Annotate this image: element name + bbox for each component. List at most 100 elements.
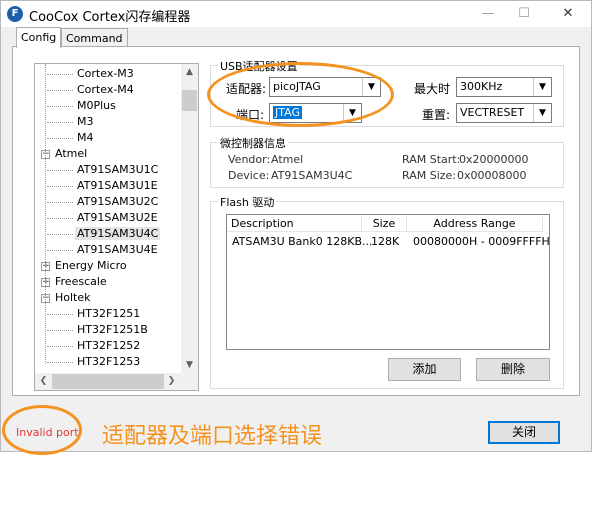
tree-device-node[interactable]: AT91SAM3U4C [47, 226, 161, 241]
tree-node-label: Freescale [55, 275, 107, 288]
tab-config[interactable]: Config [16, 27, 62, 48]
chevron-down-icon: ▼ [533, 78, 551, 96]
tree-node-label: Energy Micro [55, 259, 127, 272]
tree-connector-line [47, 186, 73, 187]
tree-connector-line [47, 250, 73, 251]
tree-node-label: Cortex-M4 [77, 83, 134, 96]
reset-select[interactable]: VECTRESET ▼ [456, 103, 552, 123]
tree-node-label: HT32F1251B [77, 323, 148, 336]
tree-node-label: M0Plus [77, 99, 116, 112]
row-address-range: 00080000H - 0009FFFFH [413, 235, 550, 248]
max-clock-select[interactable]: 300KHz ▼ [456, 77, 552, 97]
tree-connector-line [45, 64, 46, 364]
tree-connector-line [47, 170, 73, 171]
flash-driver-group-title: Flash 驱动 [218, 194, 277, 210]
vendor-label: Vendor: [228, 153, 271, 166]
tree-connector-line [47, 314, 73, 315]
row-size: 128K [371, 235, 400, 248]
tree-connector-line [47, 346, 73, 347]
scroll-down-icon[interactable]: ▼ [181, 357, 198, 374]
tree-device-node[interactable]: Cortex-M4 [47, 82, 136, 97]
column-header-size[interactable]: Size [362, 215, 407, 232]
row-description: ATSAM3U Bank0 128KB... [232, 235, 373, 248]
reset-label: 重置: [422, 108, 451, 122]
tree-node-label: AT91SAM3U1C [77, 163, 159, 176]
maximize-icon[interactable]: ☐ [509, 4, 539, 24]
tree-device-node[interactable]: HT32F1252 [47, 338, 142, 353]
tree-connector-line [47, 202, 73, 203]
tree-device-node[interactable]: AT91SAM3U2E [47, 210, 160, 225]
add-button[interactable]: 添加 [388, 358, 461, 381]
device-value: AT91SAM3U4C [271, 169, 353, 182]
tree-connector-line [47, 74, 73, 75]
tab-command[interactable]: Command [61, 28, 128, 47]
tree-device-node[interactable]: Cortex-M3 [47, 66, 136, 81]
tree-device-node[interactable]: HT32F1251 [47, 306, 142, 321]
tree-vertical-scroll-thumb[interactable] [182, 90, 197, 111]
max-clock-select-value: 300KHz [460, 80, 503, 93]
tree-node-label: AT91SAM3U4E [77, 243, 158, 256]
window-title: CooCox Cortex闪存编程器 [29, 10, 191, 25]
max-clock-label: 最大时 [414, 82, 451, 96]
tree-node-label: HT32F1252 [77, 339, 141, 352]
tree-connector-line [47, 122, 73, 123]
tree-connector-line [47, 138, 73, 139]
tree-device-node[interactable]: HT32F1253 [47, 354, 142, 369]
tree-connector-line [47, 330, 73, 331]
ram-start-label: RAM Start: [402, 153, 461, 166]
chevron-down-icon: ▼ [533, 104, 551, 122]
minimize-icon[interactable]: — [473, 4, 503, 24]
tree-device-node[interactable]: M4 [47, 130, 96, 145]
ram-start-value: 0x20000000 [459, 153, 529, 166]
vendor-value: Atmel [271, 153, 304, 166]
tree-vendor-node[interactable]: − Holtek [41, 290, 93, 305]
ram-size-value: 0x00008000 [457, 169, 527, 182]
tree-node-label: Cortex-M3 [77, 67, 134, 80]
tree-node-label: Holtek [55, 291, 91, 304]
error-annotation: 适配器及端口选择错误 [102, 424, 323, 449]
delete-button[interactable]: 删除 [476, 358, 550, 381]
device-label: Device: [228, 169, 270, 182]
tree-device-node[interactable]: AT91SAM3U1C [47, 162, 160, 177]
column-header-description[interactable]: Description [227, 215, 362, 232]
tree-node-label: Atmel [55, 147, 88, 160]
tree-device-node[interactable]: M0Plus [47, 98, 118, 113]
tree-vendor-node[interactable]: + Energy Micro [41, 258, 129, 273]
scroll-right-icon[interactable]: ❯ [163, 373, 180, 390]
tree-node-label: M3 [77, 115, 94, 128]
tree-device-node[interactable]: AT91SAM3U1E [47, 178, 160, 193]
tree-connector-line [47, 90, 73, 91]
tree-connector-line [47, 362, 73, 363]
tree-node-label: HT32F1251 [77, 307, 141, 320]
tree-connector-line [47, 234, 73, 235]
adapter-port-highlight-oval [207, 62, 394, 127]
tree-node-label: M4 [77, 131, 94, 144]
tree-device-node[interactable]: AT91SAM3U2C [47, 194, 160, 209]
title-bar: F CooCox Cortex闪存编程器 — ☐ ✕ [1, 1, 591, 27]
app-icon: F [7, 6, 23, 22]
tree-device-node[interactable]: HT32F1251B [47, 322, 150, 337]
flash-driver-list[interactable]: Description Size Address Range ATSAM3U B… [226, 214, 550, 350]
device-tree[interactable]: Cortex-M3 Cortex-M4 M0Plus M3 M4 − Atmel AT91SA… [34, 63, 199, 391]
tree-vendor-node[interactable]: − Atmel [41, 146, 89, 161]
tree-node-label: AT91SAM3U4C [75, 227, 161, 240]
column-header-address-range[interactable]: Address Range [407, 215, 543, 232]
status-highlight-oval [2, 405, 82, 455]
tree-connector-line [47, 218, 73, 219]
reset-select-value: VECTRESET [460, 106, 525, 119]
tree-horizontal-scroll-thumb[interactable] [52, 374, 164, 389]
tree-vertical-scrollbar[interactable]: ▲ ▼ [181, 64, 198, 374]
scroll-left-icon[interactable]: ❮ [35, 373, 52, 390]
tree-connector-line [47, 106, 73, 107]
ram-size-label: RAM Size: [402, 169, 456, 182]
tree-horizontal-scrollbar[interactable]: ❮ ❯ [35, 373, 198, 390]
scroll-up-icon[interactable]: ▲ [181, 64, 198, 81]
close-button[interactable]: 关闭 [488, 421, 560, 444]
tree-node-label: HT32F1253 [77, 355, 141, 368]
close-icon[interactable]: ✕ [553, 4, 583, 24]
tree-vendor-node[interactable]: + Freescale [41, 274, 109, 289]
tree-device-node[interactable]: AT91SAM3U4E [47, 242, 160, 257]
tree-node-label: AT91SAM3U2E [77, 211, 158, 224]
tree-device-node[interactable]: M3 [47, 114, 96, 129]
tree-node-label: AT91SAM3U1E [77, 179, 158, 192]
